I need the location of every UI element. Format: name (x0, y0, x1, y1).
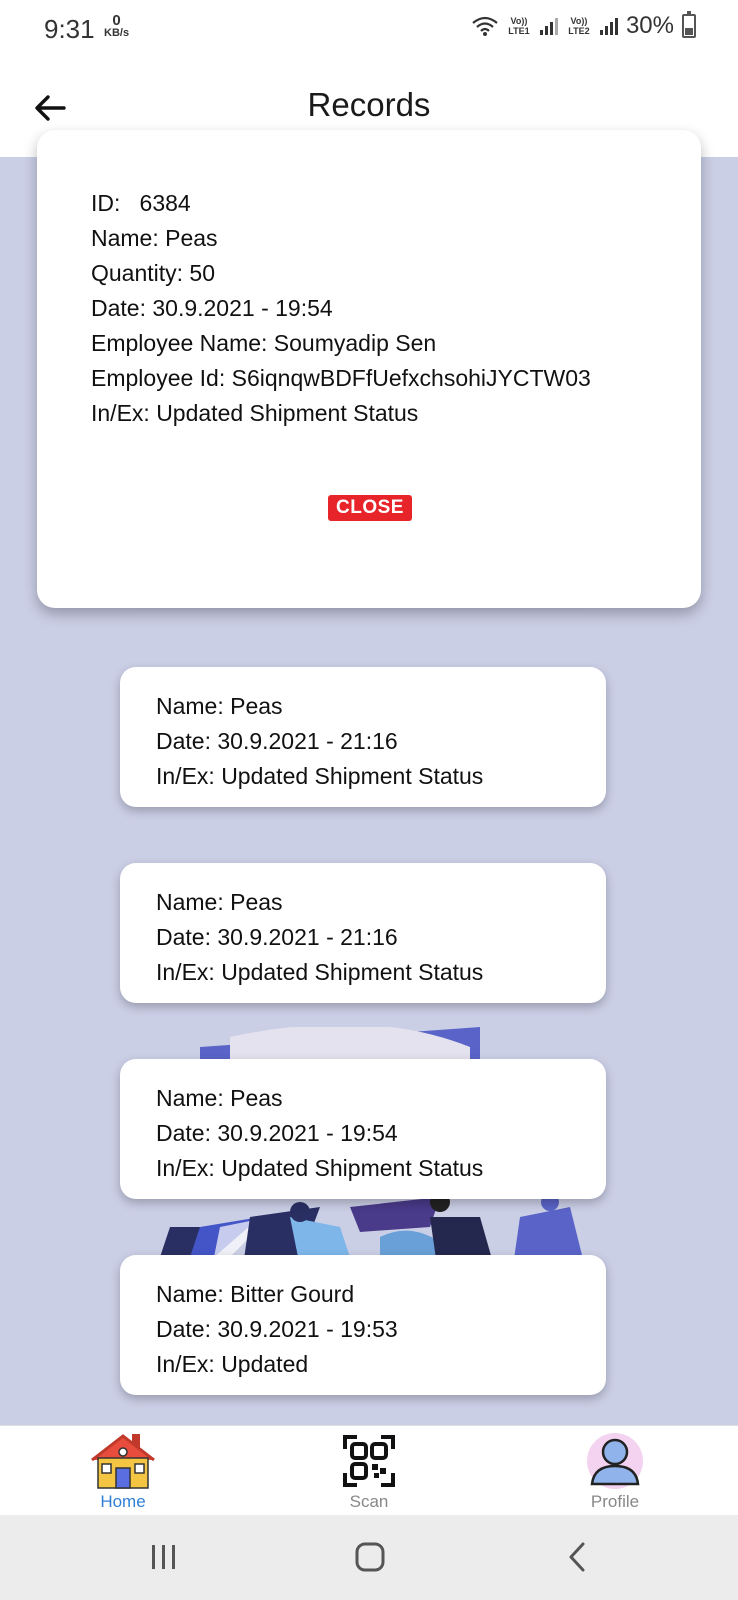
wifi-icon (472, 16, 498, 36)
record-card[interactable]: Name: Bitter Gourd Date: 30.9.2021 - 19:… (120, 1255, 606, 1395)
record-name: Name: Peas (156, 889, 283, 915)
bottom-nav: Home Scan Profile (0, 1425, 738, 1515)
page-title: Records (307, 86, 431, 123)
status-icons: Vo)) LTE1 Vo)) LTE2 30% (472, 11, 696, 40)
sim1-label: Vo)) LTE1 (508, 16, 530, 36)
home-system-button[interactable] (345, 1537, 395, 1577)
record-date: Date: 30.9.2021 - 19:53 (156, 1316, 398, 1342)
status-time: 9:31 (44, 14, 95, 44)
detail-quantity: Quantity: 50 (91, 260, 216, 286)
nav-scan-label: Scan (349, 1492, 389, 1511)
system-nav-bar (0, 1515, 738, 1600)
record-name: Name: Peas (156, 1085, 283, 1111)
detail-employee-name: Employee Name: Soumyadip Sen (91, 330, 437, 356)
detail-employee-id: Employee Id: S6iqnqwBDFfUefxchsohiJYCTW0… (91, 365, 591, 391)
signal-bars-sim1-icon (539, 17, 558, 35)
detail-inex: In/Ex: Updated Shipment Status (91, 400, 419, 426)
battery-icon (682, 11, 696, 38)
record-card[interactable]: Name: Peas Date: 30.9.2021 - 21:16 In/Ex… (120, 667, 606, 807)
record-inex: In/Ex: Updated (156, 1351, 309, 1377)
qr-code-icon (343, 1435, 395, 1487)
nav-scan[interactable]: Scan (309, 1432, 429, 1512)
user-avatar-icon (587, 1433, 643, 1489)
record-inex: In/Ex: Updated Shipment Status (156, 763, 484, 789)
detail-date: Date: 30.9.2021 - 19:54 (91, 295, 333, 321)
recent-apps-button[interactable] (139, 1537, 189, 1577)
nav-profile[interactable]: Profile (555, 1432, 675, 1512)
record-detail-modal: ID: 6384 Name: Peas Quantity: 50 Date: 3… (37, 130, 701, 608)
detail-id: ID: 6384 (91, 190, 191, 216)
record-inex: In/Ex: Updated Shipment Status (156, 1155, 484, 1181)
network-speed: 0 KB/s (104, 12, 130, 40)
record-name: Name: Peas (156, 693, 283, 719)
record-inex: In/Ex: Updated Shipment Status (156, 959, 484, 985)
nav-home[interactable]: Home (63, 1432, 183, 1512)
network-speed-unit: KB/s (104, 27, 130, 39)
recent-apps-icon (152, 1545, 175, 1569)
network-speed-value: 0 (112, 12, 121, 29)
nav-home-label: Home (100, 1492, 146, 1511)
record-date: Date: 30.9.2021 - 19:54 (156, 1120, 398, 1146)
signal-bars-sim2-icon (599, 17, 618, 35)
record-date: Date: 30.9.2021 - 21:16 (156, 924, 398, 950)
detail-name: Name: Peas (91, 225, 218, 251)
battery-percent: 30% (625, 12, 674, 39)
sim2-label: Vo)) LTE2 (568, 16, 590, 36)
record-name: Name: Bitter Gourd (156, 1281, 355, 1307)
record-card[interactable]: Name: Peas Date: 30.9.2021 - 21:16 In/Ex… (120, 863, 606, 1003)
nav-profile-label: Profile (590, 1492, 640, 1511)
record-date: Date: 30.9.2021 - 21:16 (156, 728, 398, 754)
home-circle-icon (355, 1542, 385, 1572)
record-card[interactable]: Name: Peas Date: 30.9.2021 - 19:54 In/Ex… (120, 1059, 606, 1199)
status-bar: 9:31 0 KB/s Vo)) LTE1 Vo)) LTE2 30% (0, 0, 738, 60)
house-icon (91, 1434, 155, 1489)
chevron-left-icon (569, 1542, 585, 1572)
back-system-button[interactable] (552, 1537, 602, 1577)
close-button[interactable]: CLOSE (328, 495, 412, 521)
